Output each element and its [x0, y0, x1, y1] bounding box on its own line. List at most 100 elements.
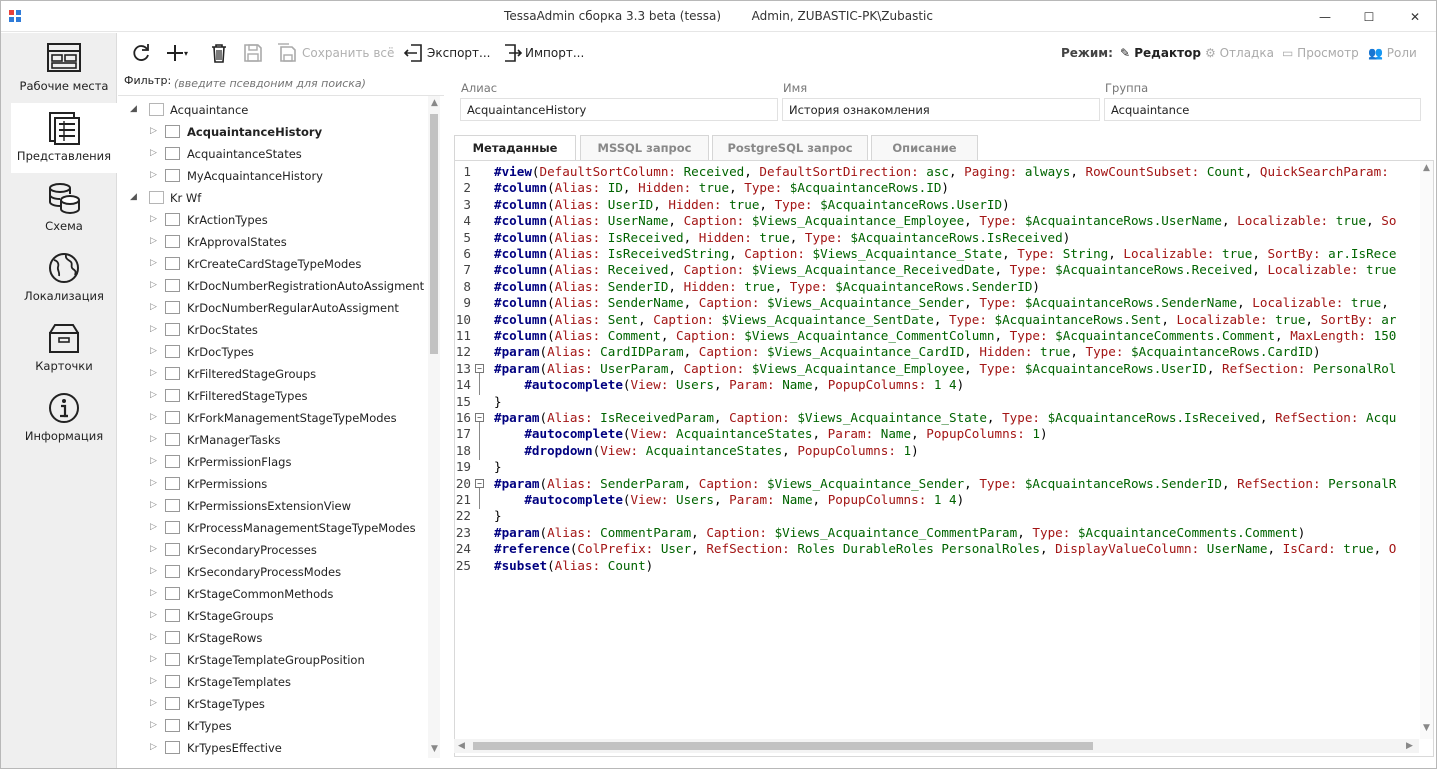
tree-item[interactable]: ▷ KrDocStates — [118, 319, 424, 341]
filter-input[interactable] — [174, 74, 444, 92]
editor-vertical-scrollbar[interactable]: ▲ ▼ — [1420, 161, 1433, 739]
collapse-arrow-icon[interactable]: ▷ — [150, 214, 157, 224]
tree-item[interactable]: ▷ KrStageCommonMethods — [118, 583, 424, 605]
mode-preview[interactable]: ▭ Просмотр — [1282, 46, 1359, 60]
tree-item[interactable]: ▷ KrFilteredStageTypes — [118, 385, 424, 407]
expand-arrow-icon[interactable]: ◢ — [130, 104, 137, 114]
tree-item[interactable]: ▷ KrFilteredStageGroups — [118, 363, 424, 385]
alias-field[interactable] — [460, 98, 778, 121]
tree-item[interactable]: ▷ KrCreateCardStageTypeModes — [118, 253, 424, 275]
refresh-button[interactable] — [130, 40, 152, 66]
tree-item[interactable]: ▷ KrDocTypes — [118, 341, 424, 363]
fold-toggle-icon[interactable]: − — [475, 478, 484, 488]
collapse-arrow-icon[interactable]: ▷ — [150, 676, 157, 686]
collapse-arrow-icon[interactable]: ▷ — [150, 478, 157, 488]
tree-item[interactable]: ▷ KrProcessManagementStageTypeModes — [118, 517, 424, 539]
mode-roles[interactable]: 👥 Роли — [1368, 46, 1417, 60]
collapse-arrow-icon[interactable]: ▷ — [150, 324, 157, 334]
collapse-arrow-icon[interactable]: ▷ — [150, 544, 157, 554]
nav-schema[interactable]: Схема — [11, 173, 117, 243]
tree-item[interactable]: ▷ KrManagerTasks — [118, 429, 424, 451]
code-editor[interactable]: 1 #view(DefaultSortColumn: Received, Defa… — [454, 160, 1434, 757]
collapse-arrow-icon[interactable]: ▷ — [150, 346, 157, 356]
collapse-arrow-icon[interactable]: ▷ — [150, 236, 157, 246]
nav-views[interactable]: Представления — [11, 103, 117, 173]
expand-arrow-icon[interactable]: ◢ — [130, 192, 137, 202]
collapse-arrow-icon[interactable]: ▷ — [150, 368, 157, 378]
tree-item[interactable]: ▷ KrActionTypes — [118, 209, 424, 231]
tab-description[interactable]: Описание — [871, 135, 978, 160]
tree-item[interactable]: ▷ KrPermissionFlags — [118, 451, 424, 473]
collapse-arrow-icon[interactable]: ▷ — [150, 742, 157, 752]
tree-scrollbar[interactable]: ▲ ▼ — [428, 96, 440, 758]
fold-toggle-icon[interactable]: − — [475, 413, 484, 422]
tree-item[interactable]: ▷ KrStageGroups — [118, 605, 424, 627]
editor-hscroll-thumb[interactable] — [473, 742, 1093, 750]
collapse-arrow-icon[interactable]: ▷ — [150, 456, 157, 466]
tree-item[interactable]: ▷ KrStageTemplates — [118, 671, 424, 693]
collapse-arrow-icon[interactable]: ▷ — [150, 566, 157, 576]
mode-debug[interactable]: ⚙ Отладка — [1205, 46, 1274, 60]
collapse-arrow-icon[interactable]: ▷ — [150, 500, 157, 510]
collapse-arrow-icon[interactable]: ▷ — [150, 610, 157, 620]
tree-item[interactable]: ▷ KrPermissionsExtensionView — [118, 495, 424, 517]
tab-mssql[interactable]: MSSQL запрос — [580, 135, 709, 160]
tree-item[interactable]: ▷ KrStageTemplateGroupPosition — [118, 649, 424, 671]
tree-item[interactable]: ▷ AcquaintanceHistory — [118, 121, 424, 143]
tree-item[interactable]: ▷ KrSecondaryProcesses — [118, 539, 424, 561]
import-button[interactable]: Импорт... — [501, 40, 584, 66]
nav-workplaces[interactable]: Рабочие места — [11, 33, 117, 103]
collapse-arrow-icon[interactable]: ▷ — [150, 390, 157, 400]
minimize-button[interactable]: — — [1302, 1, 1348, 32]
editor-horizontal-scrollbar[interactable]: ◀ ▶ — [454, 739, 1419, 753]
collapse-arrow-icon[interactable]: ▷ — [150, 434, 157, 444]
collapse-arrow-icon[interactable]: ▷ — [150, 148, 157, 158]
close-button[interactable]: ✕ — [1392, 1, 1437, 32]
tree-item[interactable]: ▷ KrSecondaryProcessModes — [118, 561, 424, 583]
tab-postgresql[interactable]: PostgreSQL запрос — [712, 135, 868, 160]
tree-item[interactable]: ▷ KrStageTypes — [118, 693, 424, 715]
scroll-up-icon[interactable]: ▲ — [431, 98, 438, 108]
collapse-arrow-icon[interactable]: ▷ — [150, 588, 157, 598]
tree-scroll-thumb[interactable] — [430, 114, 438, 354]
tree-item[interactable]: ▷ MyAcquaintanceHistory — [118, 165, 424, 187]
group-field[interactable] — [1104, 98, 1421, 121]
tree-item[interactable]: ▷ AcquaintanceStates — [118, 143, 424, 165]
code-lines[interactable]: 1 #view(DefaultSortColumn: Received, Defa… — [455, 161, 1415, 739]
name-field[interactable] — [782, 98, 1100, 121]
tree-item[interactable]: ▷ KrDocNumberRegularAutoAssigment — [118, 297, 424, 319]
scroll-up-icon[interactable]: ▲ — [1423, 163, 1430, 173]
save-all-button[interactable]: Сохранить всё — [276, 40, 394, 66]
collapse-arrow-icon[interactable]: ▷ — [150, 126, 157, 136]
tab-metadata[interactable]: Метаданные — [454, 135, 576, 160]
save-button[interactable] — [242, 40, 264, 66]
tree-item[interactable]: ▷ KrForkManagementStageTypeModes — [118, 407, 424, 429]
fold-toggle-icon[interactable]: − — [475, 363, 484, 373]
collapse-arrow-icon[interactable]: ▷ — [150, 412, 157, 422]
nav-cards[interactable]: Карточки — [11, 313, 117, 383]
nav-localization[interactable]: Локализация — [11, 243, 117, 313]
collapse-arrow-icon[interactable]: ▷ — [150, 302, 157, 312]
export-button[interactable]: Экспорт... — [403, 40, 490, 66]
scroll-left-icon[interactable]: ◀ — [458, 741, 465, 751]
scroll-right-icon[interactable]: ▶ — [1406, 741, 1413, 751]
scroll-down-icon[interactable]: ▼ — [431, 744, 438, 754]
add-button[interactable]: ▾ — [164, 40, 188, 66]
tree-item[interactable]: ▷ KrDocNumberRegistrationAutoAssigment — [118, 275, 424, 297]
collapse-arrow-icon[interactable]: ▷ — [150, 170, 157, 180]
collapse-arrow-icon[interactable]: ▷ — [150, 698, 157, 708]
tree-item[interactable]: ▷ KrTypes — [118, 715, 424, 737]
tree-item[interactable]: ▷ KrStageRows — [118, 627, 424, 649]
collapse-arrow-icon[interactable]: ▷ — [150, 280, 157, 290]
tree-item[interactable]: ▷ KrApprovalStates — [118, 231, 424, 253]
tree-item[interactable]: ▷ KrPermissions — [118, 473, 424, 495]
tree-group[interactable]: ◢ Acquaintance — [118, 99, 424, 121]
tree-group[interactable]: ◢ Kr Wf — [118, 187, 424, 209]
collapse-arrow-icon[interactable]: ▷ — [150, 720, 157, 730]
collapse-arrow-icon[interactable]: ▷ — [150, 654, 157, 664]
scroll-down-icon[interactable]: ▼ — [1423, 723, 1430, 733]
collapse-arrow-icon[interactable]: ▷ — [150, 522, 157, 532]
tree-item[interactable]: ▷ KrTypesEffective — [118, 737, 424, 758]
nav-information[interactable]: Информация — [11, 383, 117, 453]
delete-button[interactable] — [208, 40, 230, 66]
